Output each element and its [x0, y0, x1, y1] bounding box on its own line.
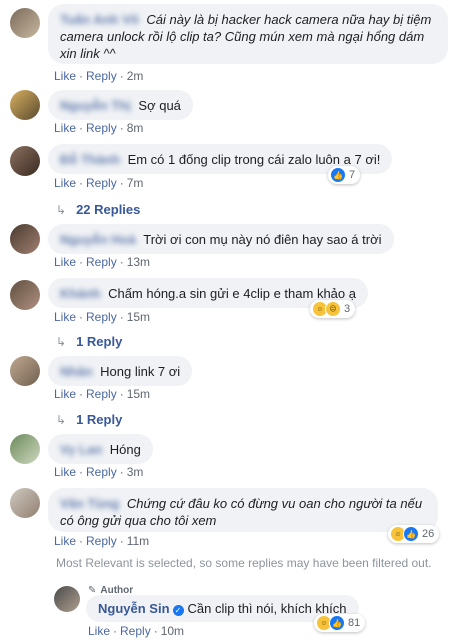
replies-count: 1 Reply: [76, 412, 123, 427]
comment-actions: Like · Reply · 8m: [54, 121, 144, 135]
comment-actions: Like · Reply · 7m: [54, 176, 144, 190]
reply-link[interactable]: Reply: [86, 176, 117, 190]
comment-author[interactable]: Tuấn Anh Võ: [60, 11, 139, 28]
reaction-count: 3: [344, 303, 351, 315]
comment-actions: Like · Reply · 2m: [54, 69, 144, 83]
comment-actions: Like · Reply · 10m: [88, 624, 185, 638]
avatar[interactable]: [10, 90, 40, 120]
timestamp[interactable]: 15m: [127, 387, 150, 401]
reply-link[interactable]: Reply: [86, 310, 117, 324]
timestamp[interactable]: 8m: [127, 121, 144, 135]
view-replies-link[interactable]: ↳ 22 Replies: [56, 202, 140, 217]
comment-text: Trời ơi con mụ này nó điên hay sao á trờ…: [143, 232, 382, 247]
comment-author[interactable]: Nguyễn Hoà: [60, 231, 136, 248]
avatar[interactable]: [10, 356, 40, 386]
replies-count: 1 Reply: [76, 334, 123, 349]
reaction-count: 26: [422, 528, 435, 540]
comment-author[interactable]: Nhân: [60, 363, 93, 380]
reply-link[interactable]: Reply: [86, 534, 117, 548]
comment-text: Em có 1 đống clip trong cái zalo luôn a …: [127, 152, 381, 167]
comment-bubble: Nguyễn Hoà Trời ơi con mụ này nó điên ha…: [48, 224, 394, 254]
reaction-summary[interactable]: ☺ ☹ 3: [310, 300, 356, 318]
timestamp[interactable]: 11m: [127, 534, 149, 548]
reaction-summary[interactable]: 👍 7: [328, 166, 361, 184]
like-link[interactable]: Like: [54, 465, 76, 479]
sad-reaction-icon: ☹: [325, 301, 341, 317]
comment-author[interactable]: Khánh: [60, 285, 100, 302]
avatar[interactable]: [54, 586, 80, 612]
timestamp[interactable]: 10m: [161, 624, 184, 638]
replies-count: 22 Replies: [76, 202, 141, 217]
comment-author[interactable]: Văn Tùng: [60, 495, 119, 512]
comment-bubble: Nguyễn Thị Sợ quá: [48, 90, 193, 120]
reply-link[interactable]: Reply: [86, 69, 117, 83]
reaction-summary[interactable]: ☺ 👍 26: [388, 525, 440, 543]
comment-author[interactable]: Nguyễn Thị: [60, 97, 131, 114]
comment-bubble: Văn Tùng Chứng cứ đâu ko có đừng vu oan …: [48, 488, 438, 532]
reaction-count: 81: [348, 617, 361, 629]
like-link[interactable]: Like: [54, 534, 76, 548]
like-reaction-icon: 👍: [403, 526, 419, 542]
comment-author[interactable]: Vy Lan: [60, 441, 102, 458]
avatar[interactable]: [10, 488, 40, 518]
filter-note: Most Relevant is selected, so some repli…: [56, 556, 432, 570]
reply-link[interactable]: Reply: [86, 387, 117, 401]
reply-link[interactable]: Reply: [86, 121, 117, 135]
reply-link[interactable]: Reply: [86, 255, 117, 269]
avatar[interactable]: [10, 8, 40, 38]
comment-author[interactable]: Đỗ Thành: [60, 151, 120, 168]
comment-actions: Like · Reply · 15m: [54, 310, 151, 324]
comment-actions: Like · Reply · 15m: [54, 387, 151, 401]
comment-text: Chấm hóng.a sin gửi e 4clip e tham khảo …: [108, 286, 356, 301]
comment-bubble: Nhân Hong link 7 ơi: [48, 356, 193, 386]
comment-bubble: Vy Lan Hóng: [48, 434, 153, 464]
timestamp[interactable]: 7m: [127, 176, 144, 190]
avatar[interactable]: [10, 434, 40, 464]
avatar[interactable]: [10, 224, 40, 254]
verified-icon: ✓: [172, 605, 184, 616]
like-link[interactable]: Like: [88, 624, 110, 638]
like-link[interactable]: Like: [54, 121, 76, 135]
comment-text: Hong link 7 ơi: [100, 364, 181, 379]
timestamp[interactable]: 15m: [127, 310, 150, 324]
reply-arrow-icon: ↳: [56, 203, 67, 217]
reply-arrow-icon: ↳: [56, 335, 67, 349]
author-reply-icon: ✎: [88, 585, 97, 596]
comment-text: Hóng: [109, 442, 141, 457]
reply-link[interactable]: Reply: [120, 624, 151, 638]
timestamp[interactable]: 3m: [127, 465, 144, 479]
like-reaction-icon: 👍: [329, 615, 345, 631]
comment-actions: Like · Reply · 11m: [54, 534, 150, 548]
reply-link[interactable]: Reply: [86, 465, 117, 479]
comment-actions: Like · Reply · 13m: [54, 255, 151, 269]
timestamp[interactable]: 13m: [127, 255, 150, 269]
comment-text: Sợ quá: [138, 98, 181, 113]
like-link[interactable]: Like: [54, 387, 76, 401]
avatar[interactable]: [10, 146, 40, 176]
like-link[interactable]: Like: [54, 69, 76, 83]
comment-actions: Like · Reply · 3m: [54, 465, 144, 479]
comment-bubble: Tuấn Anh Võ Cái này là bị hacker hack ca…: [48, 4, 448, 64]
like-link[interactable]: Like: [54, 310, 76, 324]
like-link[interactable]: Like: [54, 176, 76, 190]
view-replies-link[interactable]: ↳ 1 Reply: [56, 412, 122, 427]
timestamp[interactable]: 2m: [127, 69, 144, 83]
comment-author[interactable]: Nguyễn Sin: [98, 601, 170, 616]
reaction-summary[interactable]: ☺ 👍 81: [314, 614, 366, 632]
view-replies-link[interactable]: ↳ 1 Reply: [56, 334, 122, 349]
like-reaction-icon: 👍: [330, 167, 346, 183]
reply-arrow-icon: ↳: [56, 413, 67, 427]
avatar[interactable]: [10, 280, 40, 310]
reaction-count: 7: [349, 169, 356, 181]
like-link[interactable]: Like: [54, 255, 76, 269]
